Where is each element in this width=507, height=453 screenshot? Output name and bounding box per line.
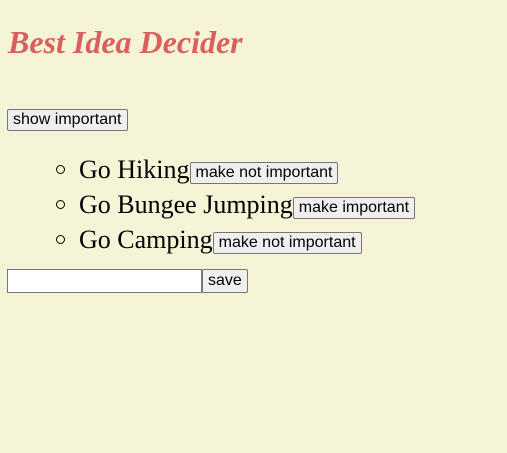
list-item: Go Camping make not important: [56, 222, 415, 257]
save-form: save: [7, 269, 248, 293]
list-item: Go Bungee Jumping make important: [56, 187, 416, 222]
idea-text: Go Camping: [79, 225, 213, 254]
toggle-important-button[interactable]: make important: [292, 197, 416, 219]
list-item: Go Hiking make not important: [56, 152, 415, 187]
circle-bullet-icon: [56, 165, 65, 174]
circle-bullet-icon: [56, 235, 65, 244]
page: Best Idea Decider show important Go Hiki…: [0, 22, 507, 293]
page-title: Best Idea Decider: [8, 24, 243, 60]
toggle-important-button[interactable]: make not important: [189, 162, 339, 184]
idea-text: Go Bungee Jumping: [79, 190, 293, 219]
idea-input[interactable]: [7, 269, 202, 293]
save-button[interactable]: save: [202, 269, 248, 293]
idea-text: Go Hiking: [79, 155, 190, 184]
idea-list: Go Hiking make not important Go Bungee Ju…: [0, 152, 416, 257]
circle-bullet-icon: [56, 200, 65, 209]
show-important-button[interactable]: show important: [7, 109, 128, 131]
toggle-important-button[interactable]: make not important: [212, 232, 362, 254]
